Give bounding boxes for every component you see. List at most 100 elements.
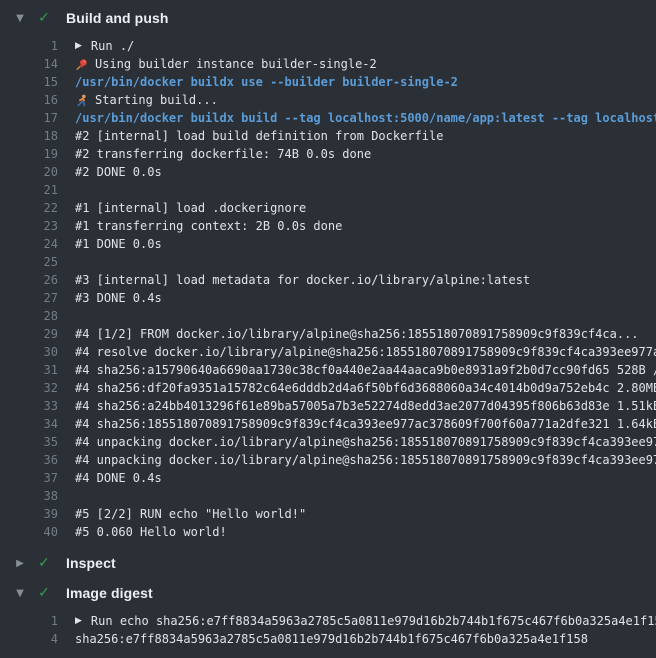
section-label: Build and push [66, 10, 169, 26]
log-section-image-digest: ▼ ✓ Image digest 1 ▶ Run echo sha256:e7f… [0, 578, 656, 655]
log-text: /usr/bin/docker buildx build --tag local… [75, 109, 656, 127]
chevron-down-icon[interactable]: ▼ [12, 588, 28, 599]
chevron-right-icon[interactable]: ▶ [12, 558, 28, 569]
line-number[interactable]: 27 [0, 289, 58, 307]
line-number[interactable]: 1 [0, 612, 58, 630]
line-number[interactable]: 20 [0, 163, 58, 181]
log-line: 19 #2 transferring dockerfile: 74B 0.0s … [0, 145, 656, 163]
log-line: 35 #4 unpacking docker.io/library/alpine… [0, 433, 656, 451]
log-line: 39 #5 [2/2] RUN echo "Hello world!" [0, 505, 656, 523]
line-number[interactable]: 28 [0, 307, 58, 325]
log-text: #1 transferring context: 2B 0.0s done [75, 217, 342, 235]
log-text: sha256:e7ff8834a5963a2785c5a0811e979d16b… [75, 630, 588, 648]
log-line: 21 [0, 181, 656, 199]
run-expander-icon[interactable]: ▶ [75, 612, 82, 630]
line-number[interactable]: 31 [0, 361, 58, 379]
log-line: 20 #2 DONE 0.0s [0, 163, 656, 181]
check-icon: ✓ [36, 555, 52, 571]
line-number[interactable]: 21 [0, 181, 58, 199]
log-line: 29 #4 [1/2] FROM docker.io/library/alpin… [0, 325, 656, 343]
section-header-build-and-push[interactable]: ▼ ✓ Build and push [0, 3, 656, 33]
log-text: #4 DONE 0.4s [75, 469, 162, 487]
log-line: 40 #5 0.060 Hello world! [0, 523, 656, 541]
log-text: #3 [internal] load metadata for docker.i… [75, 271, 530, 289]
log-line: 4 sha256:e7ff8834a5963a2785c5a0811e979d1… [0, 630, 656, 648]
log-text: #5 [2/2] RUN echo "Hello world!" [75, 505, 306, 523]
log-text: #4 sha256:a15790640a6690aa1730c38cf0a440… [75, 361, 656, 379]
line-number[interactable]: 25 [0, 253, 58, 271]
log-line: 37 #4 DONE 0.4s [0, 469, 656, 487]
line-number[interactable]: 18 [0, 127, 58, 145]
line-number[interactable]: 35 [0, 433, 58, 451]
log-line: 1 ▶ Run ./ [0, 37, 656, 55]
line-number[interactable]: 30 [0, 343, 58, 361]
log-text: #4 sha256:a24bb4013296f61e89ba57005a7b3e… [75, 397, 656, 415]
line-number[interactable]: 24 [0, 235, 58, 253]
log-line: 33 #4 sha256:a24bb4013296f61e89ba57005a7… [0, 397, 656, 415]
run-expander-icon[interactable]: ▶ [75, 37, 82, 55]
line-number[interactable]: 33 [0, 397, 58, 415]
log-line: 17 /usr/bin/docker buildx build --tag lo… [0, 109, 656, 127]
log-text: #1 [internal] load .dockerignore [75, 199, 306, 217]
section-lines: 1 ▶ Run ./ 14 Using builder instance bui… [0, 33, 656, 548]
line-number[interactable]: 4 [0, 630, 58, 648]
log-text: Run ./ [91, 37, 134, 55]
log-section-inspect: ▶ ✓ Inspect [0, 548, 656, 578]
section-label: Image digest [66, 585, 153, 601]
log-line: 1 ▶ Run echo sha256:e7ff8834a5963a2785c5… [0, 612, 656, 630]
log-line: 25 [0, 253, 656, 271]
line-number[interactable]: 37 [0, 469, 58, 487]
log-text: #4 unpacking docker.io/library/alpine@sh… [75, 451, 656, 469]
log-section-build-and-push: ▼ ✓ Build and push 1 ▶ Run ./ 14 Using b… [0, 3, 656, 548]
log-line: 30 #4 resolve docker.io/library/alpine@s… [0, 343, 656, 361]
log-line: 28 [0, 307, 656, 325]
log-text: #4 [1/2] FROM docker.io/library/alpine@s… [75, 325, 639, 343]
pushpin-icon [75, 58, 88, 71]
line-number[interactable]: 26 [0, 271, 58, 289]
check-icon: ✓ [36, 10, 52, 26]
line-number[interactable]: 15 [0, 73, 58, 91]
log-text: #4 resolve docker.io/library/alpine@sha2… [75, 343, 656, 361]
chevron-down-icon[interactable]: ▼ [12, 13, 28, 24]
log-line: 26 #3 [internal] load metadata for docke… [0, 271, 656, 289]
log-line: 23 #1 transferring context: 2B 0.0s done [0, 217, 656, 235]
log-line: 36 #4 unpacking docker.io/library/alpine… [0, 451, 656, 469]
log-text: Starting build... [95, 91, 218, 109]
line-number[interactable]: 39 [0, 505, 58, 523]
line-number[interactable]: 14 [0, 55, 58, 73]
line-number[interactable]: 36 [0, 451, 58, 469]
line-number[interactable]: 38 [0, 487, 58, 505]
log-text: #1 DONE 0.0s [75, 235, 162, 253]
line-number[interactable]: 32 [0, 379, 58, 397]
line-number[interactable]: 19 [0, 145, 58, 163]
line-number[interactable]: 17 [0, 109, 58, 127]
line-number[interactable]: 29 [0, 325, 58, 343]
check-icon: ✓ [36, 585, 52, 601]
line-number[interactable]: 1 [0, 37, 58, 55]
log-line: 31 #4 sha256:a15790640a6690aa1730c38cf0a… [0, 361, 656, 379]
log-text: Using builder instance builder-single-2 [95, 55, 377, 73]
log-text: #5 0.060 Hello world! [75, 523, 227, 541]
line-number[interactable]: 16 [0, 91, 58, 109]
log-text: #4 sha256:df20fa9351a15782c64e6dddb2d4a6… [75, 379, 656, 397]
section-lines: 1 ▶ Run echo sha256:e7ff8834a5963a2785c5… [0, 608, 656, 655]
line-number[interactable]: 22 [0, 199, 58, 217]
log-line: 22 #1 [internal] load .dockerignore [0, 199, 656, 217]
line-number[interactable]: 40 [0, 523, 58, 541]
line-number[interactable]: 34 [0, 415, 58, 433]
line-number[interactable]: 23 [0, 217, 58, 235]
log-viewer: ▼ ✓ Build and push 1 ▶ Run ./ 14 Using b… [0, 0, 656, 655]
section-header-inspect[interactable]: ▶ ✓ Inspect [0, 548, 656, 578]
log-line: 14 Using builder instance builder-single… [0, 55, 656, 73]
log-text: #3 DONE 0.4s [75, 289, 162, 307]
log-text: #4 sha256:185518070891758909c9f839cf4ca3… [75, 415, 656, 433]
log-line: 34 #4 sha256:185518070891758909c9f839cf4… [0, 415, 656, 433]
log-text: #2 transferring dockerfile: 74B 0.0s don… [75, 145, 371, 163]
log-line: 32 #4 sha256:df20fa9351a15782c64e6dddb2d… [0, 379, 656, 397]
log-line: 15 /usr/bin/docker buildx use --builder … [0, 73, 656, 91]
runner-icon [75, 94, 88, 107]
log-text: #2 DONE 0.0s [75, 163, 162, 181]
section-label: Inspect [66, 555, 116, 571]
log-line: 27 #3 DONE 0.4s [0, 289, 656, 307]
section-header-image-digest[interactable]: ▼ ✓ Image digest [0, 578, 656, 608]
